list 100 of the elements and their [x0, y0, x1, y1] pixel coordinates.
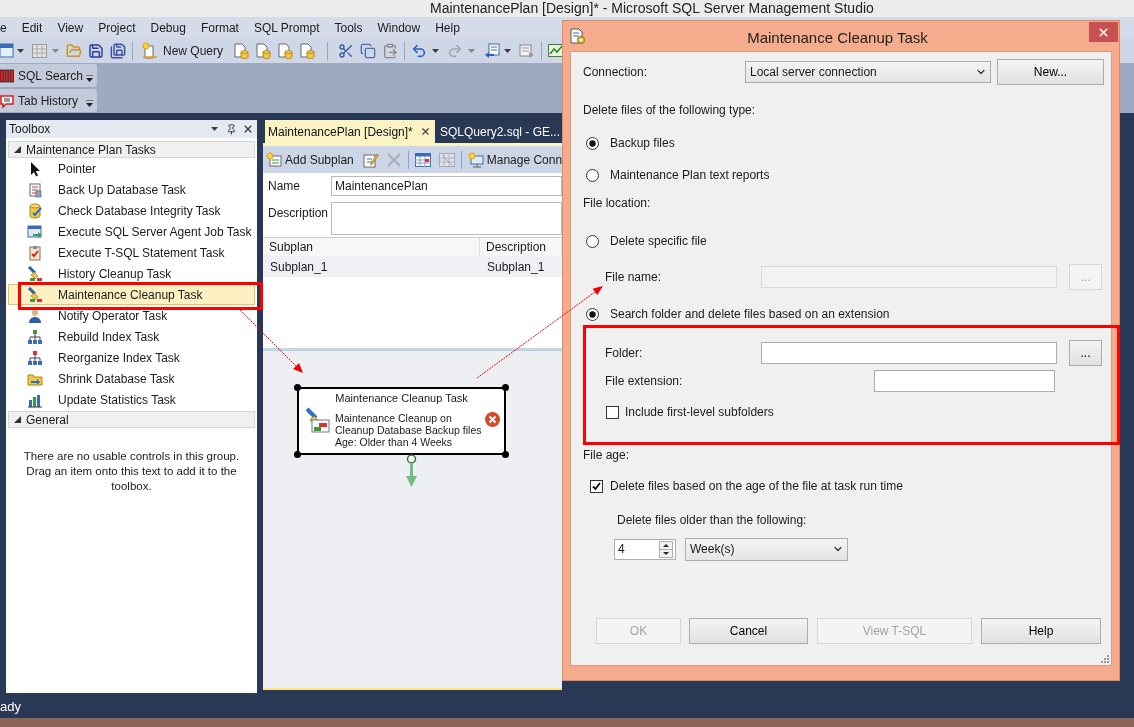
toolbox-item[interactable]: Execute SQL Server Agent Job Task	[8, 221, 255, 242]
list-arrow-icon[interactable]	[484, 42, 501, 59]
task-node[interactable]: Maintenance Cleanup Task Maintenance Cleanup on Cleanup Database Backup files Age: Older than 4 Weeks	[297, 387, 506, 455]
hierarchy-icon	[27, 349, 43, 366]
radio-button[interactable]: Search folder and delete files based on an extension	[586, 305, 890, 323]
resize-grip-icon	[1101, 655, 1109, 663]
document-database-icon[interactable]	[233, 42, 250, 59]
menu-item[interactable]: Help	[435, 18, 460, 37]
brush-icon	[304, 407, 330, 433]
dropdown[interactable]: Week(s)	[685, 537, 848, 561]
window-icon[interactable]	[0, 43, 14, 58]
overflow-icon[interactable]	[86, 99, 93, 108]
speech-bubble-icon	[0, 93, 14, 108]
checkbox[interactable]: Delete files based on the age of the file at task run time	[590, 477, 903, 495]
toolbar-button[interactable]: SQL Search	[0, 64, 83, 87]
list-icon[interactable]	[519, 42, 536, 59]
dropdown-caret-icon[interactable]	[432, 48, 440, 53]
document-database-icon[interactable]	[277, 42, 294, 59]
document-tab[interactable]: SQLQuery2.sql - GE...	[434, 120, 562, 143]
grid-icon[interactable]	[414, 151, 431, 168]
new-button[interactable]: New...	[997, 59, 1104, 85]
field-label: Connection:	[583, 64, 649, 81]
save-icon[interactable]	[88, 42, 104, 59]
toolbar-button[interactable]: Tab History	[0, 89, 79, 112]
pin-icon[interactable]	[226, 123, 237, 135]
pencil-document-icon[interactable]	[362, 151, 379, 168]
undo-icon[interactable]	[411, 42, 428, 59]
toolbox-item[interactable]: Rebuild Index Task	[8, 326, 255, 347]
menu-item[interactable]: SQL Prompt	[253, 18, 320, 37]
menu-item[interactable]: Debug	[150, 18, 186, 37]
field-label: Folder:	[605, 345, 644, 362]
text-field[interactable]	[874, 370, 1055, 392]
text-field[interactable]	[761, 342, 1057, 364]
menu-item[interactable]: Tools	[334, 18, 363, 37]
checkbox[interactable]: Include first-level subfolders	[606, 403, 774, 421]
new-document-icon	[141, 42, 158, 59]
save-all-icon[interactable]	[110, 42, 126, 59]
toolbox-item[interactable]: Back Up Database Task	[8, 179, 255, 200]
dropdown-caret-icon[interactable]	[211, 127, 218, 131]
menu-item[interactable]: View	[57, 18, 84, 37]
menu-item[interactable]: e	[0, 18, 7, 37]
field-label: File name:	[605, 269, 663, 286]
number-field[interactable]: 4	[614, 538, 676, 560]
cancel-button[interactable]: Cancel	[689, 618, 808, 644]
close-button[interactable]	[1089, 22, 1118, 42]
overflow-icon[interactable]	[86, 74, 93, 83]
toolbox-item[interactable]: Notify Operator Task	[8, 305, 255, 326]
paste-icon[interactable]	[382, 42, 399, 59]
task-title: Maintenance Cleanup Task	[334, 390, 469, 406]
toolbox-item[interactable]: Update Statistics Task	[8, 389, 255, 410]
selection-handle-icon[interactable]	[502, 384, 509, 391]
dropdown[interactable]: Local server connection	[745, 61, 991, 83]
toolbox-item[interactable]: Shrink Database Task	[8, 368, 255, 389]
annotation-arrow	[238, 308, 305, 375]
new-query-button[interactable]: New Query	[139, 39, 226, 62]
toolbar-button[interactable]: Add Subplan	[266, 148, 354, 171]
group-header[interactable]: General	[8, 411, 255, 428]
scissors-icon[interactable]	[338, 42, 355, 59]
toolbox-item[interactable]: Pointer	[8, 158, 255, 179]
selection-handle-icon[interactable]	[294, 384, 301, 391]
document-sun-icon	[266, 151, 282, 168]
toolbox-item[interactable]: Reorganize Index Task	[8, 347, 255, 368]
browse-button[interactable]: ...	[1069, 340, 1102, 366]
close-icon	[1097, 25, 1110, 39]
menu-item[interactable]: Format	[200, 18, 239, 37]
connector-arrow[interactable]	[405, 454, 418, 487]
radio-button[interactable]: Delete specific file	[586, 232, 707, 250]
dropdown-caret-icon[interactable]	[17, 48, 24, 53]
task-description: Maintenance Cleanup on Cleanup Database Backup files Age: Older than 4 Weeks	[335, 412, 482, 448]
table-cell-text: Subplan_1	[486, 258, 546, 276]
toolbox-item[interactable]: History Cleanup Task	[8, 263, 255, 284]
close-icon[interactable]	[419, 126, 431, 137]
close-icon[interactable]	[242, 123, 254, 135]
group-header[interactable]: Maintenance Plan Tasks	[8, 141, 255, 158]
menu-item[interactable]: Project	[98, 18, 136, 37]
table-row[interactable]: Subplan_1 Subplan_1	[263, 256, 562, 277]
menu-item[interactable]: Edit	[21, 18, 43, 37]
radio-button[interactable]: Maintenance Plan text reports	[586, 166, 770, 184]
toolbox-item[interactable]: Execute T-SQL Statement Task	[8, 242, 255, 263]
radio-button[interactable]: Backup files	[586, 134, 675, 152]
document-database-icon[interactable]	[255, 42, 272, 59]
database-check-icon	[27, 202, 43, 219]
spin-buttons-icon[interactable]	[659, 540, 673, 558]
toolbar-button[interactable]: Manage Conn	[467, 148, 562, 171]
document-tab[interactable]: MaintenancePlan [Design]*	[265, 120, 435, 143]
selection-handle-icon[interactable]	[294, 451, 301, 458]
field-label: Delete files older than the following:	[617, 512, 807, 529]
document-database-icon[interactable]	[299, 42, 316, 59]
empty-group-message: There are no usable controls in this group. Drag an item onto this text to add it to the toolbox.	[22, 449, 241, 494]
toolbox-item[interactable]: Check Database Integrity Task	[8, 200, 255, 221]
menu-item[interactable]: Window	[377, 18, 421, 37]
text-field[interactable]: MaintenancePlan	[331, 176, 562, 196]
selection-handle-icon[interactable]	[502, 451, 509, 458]
copy-icon[interactable]	[360, 42, 377, 59]
panel-title: Toolbox	[9, 121, 52, 138]
section-label: File location:	[582, 195, 651, 212]
help-button[interactable]: Help	[981, 618, 1101, 644]
field-label: Name	[267, 178, 301, 195]
dropdown-caret-icon[interactable]	[504, 48, 512, 53]
field-label: File extension:	[605, 373, 684, 390]
